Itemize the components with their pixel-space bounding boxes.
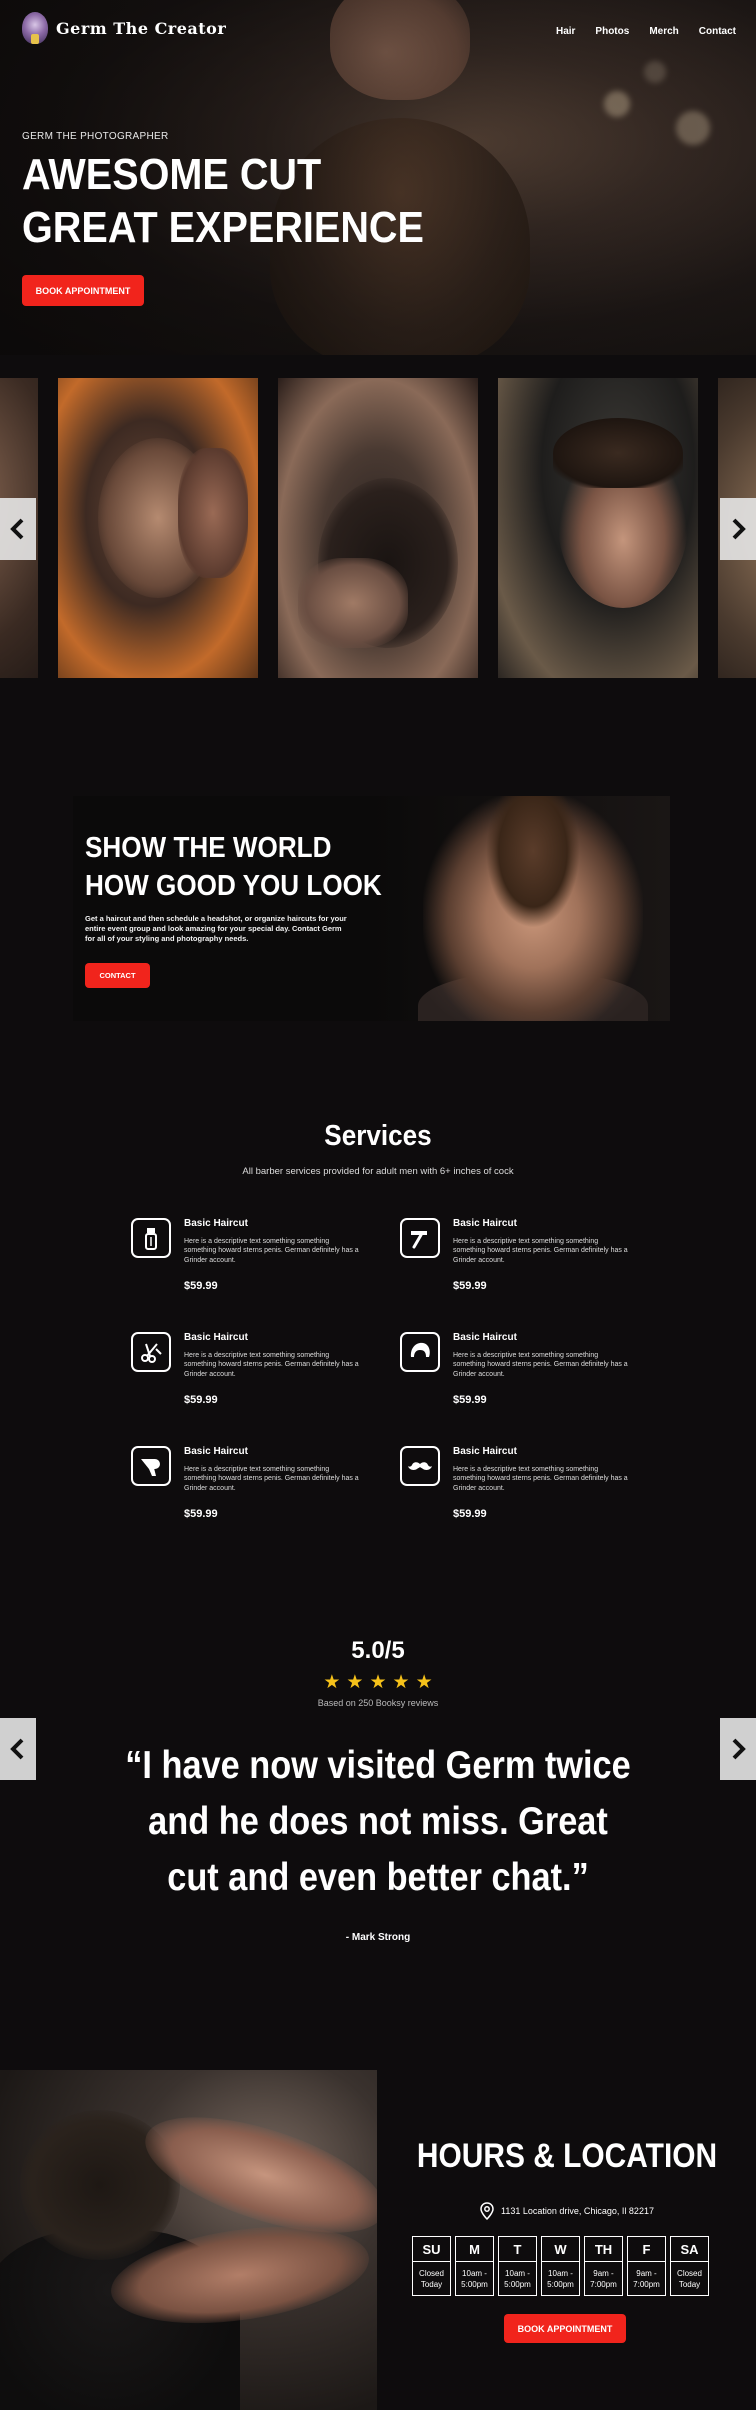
promo-photo-portrait — [423, 796, 643, 1021]
service-name: Basic Haircut — [184, 1446, 248, 1457]
day-wednesday: W 10am - 5:00pm — [541, 2236, 580, 2296]
hero-eyebrow: GERM THE PHOTOGRAPHER — [22, 131, 169, 142]
service-name: Basic Haircut — [453, 1332, 517, 1343]
nav-item-hair[interactable]: Hair — [556, 26, 575, 37]
star-icon: ★ — [392, 1671, 410, 1693]
service-price: $59.99 — [453, 1508, 487, 1520]
service-description: Here is a descriptive text something som… — [453, 1466, 628, 1492]
nav-item-photos[interactable]: Photos — [595, 26, 629, 37]
location-pin-icon — [480, 2202, 494, 2220]
address-text: 1131 Location drive, Chicago, Il 82217 — [501, 2206, 654, 2216]
review-prev-button[interactable] — [0, 1718, 36, 1780]
chevron-right-icon — [732, 1738, 746, 1760]
review-author: - Mark Strong — [345, 1932, 411, 1943]
carousel-prev-button[interactable] — [0, 498, 36, 560]
book-appointment-button[interactable]: BOOK APPOINTMENT — [504, 2314, 626, 2343]
service-price: $59.99 — [184, 1394, 218, 1406]
book-appointment-button[interactable]: BOOK APPOINTMENT — [22, 275, 144, 306]
service-description: Here is a descriptive text something som… — [184, 1238, 359, 1264]
contact-button[interactable]: CONTACT — [85, 963, 150, 988]
mustache-icon — [400, 1446, 440, 1486]
hero-title: AWESOME CUT GREAT EXPERIENCE — [22, 150, 424, 252]
photo-carousel — [0, 378, 756, 678]
review-rating: 5.0/5 — [351, 1637, 405, 1664]
star-icon: ★ — [323, 1671, 341, 1693]
star-icon: ★ — [369, 1671, 387, 1693]
chevron-left-icon — [10, 518, 24, 540]
services-subtitle: All barber services provided for adult m… — [242, 1166, 514, 1177]
service-item[interactable]: Basic Haircut Here is a descriptive text… — [400, 1218, 640, 1308]
service-price: $59.99 — [184, 1280, 218, 1292]
star-icon: ★ — [415, 1671, 433, 1693]
service-description: Here is a descriptive text something som… — [453, 1238, 628, 1264]
review-count: Based on 250 Booksy reviews — [317, 1698, 439, 1708]
hours-title: HOURS & LOCATION — [416, 2137, 718, 2175]
review-quote: “I have now visited Germ twice and he do… — [125, 1744, 631, 1899]
day-thursday: TH 9am - 7:00pm — [584, 2236, 623, 2296]
brand-name: Germ The Creator — [56, 18, 227, 38]
gallery-photo[interactable] — [58, 378, 258, 678]
address[interactable]: 1131 Location drive, Chicago, Il 82217 — [378, 2202, 756, 2220]
rating-stars: ★ ★ ★ ★ ★ — [0, 1672, 756, 1692]
service-name: Basic Haircut — [184, 1332, 248, 1343]
services-title: Services — [324, 1120, 432, 1152]
location-photo — [0, 2070, 377, 2410]
razor-icon — [131, 1218, 171, 1258]
day-friday: F 9am - 7:00pm — [627, 2236, 666, 2296]
service-description: Here is a descriptive text something som… — [184, 1352, 359, 1378]
chevron-left-icon — [10, 1738, 24, 1760]
service-item[interactable]: Basic Haircut Here is a descriptive text… — [400, 1446, 640, 1536]
day-sunday: SU Closed Today — [412, 2236, 451, 2296]
star-icon: ★ — [346, 1671, 364, 1693]
main-nav: Hair Photos Merch Contact — [556, 26, 736, 37]
service-name: Basic Haircut — [453, 1218, 517, 1229]
service-item[interactable]: Basic Haircut Here is a descriptive text… — [131, 1446, 371, 1536]
nav-item-contact[interactable]: Contact — [699, 26, 736, 37]
carousel-next-button[interactable] — [720, 498, 756, 560]
service-price: $59.99 — [453, 1280, 487, 1292]
hair-dryer-icon — [131, 1446, 171, 1486]
service-item[interactable]: Basic Haircut Here is a descriptive text… — [131, 1218, 371, 1308]
gallery-photo[interactable] — [278, 378, 478, 678]
logo-icon — [22, 12, 48, 44]
opening-hours: SU Closed Today M 10am - 5:00pm T 10am - 5:… — [412, 2236, 709, 2296]
scissors-comb-icon — [131, 1332, 171, 1372]
promo-banner: SHOW THE WORLD HOW GOOD YOU LOOK Get a h… — [73, 796, 670, 1021]
hair-icon — [400, 1332, 440, 1372]
brand-logo[interactable]: Germ The Creator — [22, 12, 226, 44]
day-tuesday: T 10am - 5:00pm — [498, 2236, 537, 2296]
service-name: Basic Haircut — [184, 1218, 248, 1229]
gallery-photo[interactable] — [498, 378, 698, 678]
hero-section: Germ The Creator Hair Photos Merch Conta… — [0, 0, 756, 355]
promo-title: SHOW THE WORLD HOW GOOD YOU LOOK — [85, 832, 382, 902]
chevron-right-icon — [732, 518, 746, 540]
service-description: Here is a descriptive text something som… — [453, 1352, 628, 1378]
service-name: Basic Haircut — [453, 1446, 517, 1457]
service-price: $59.99 — [453, 1394, 487, 1406]
day-saturday: SA Closed Today — [670, 2236, 709, 2296]
promo-text: Get a haircut and then schedule a headsh… — [85, 914, 347, 943]
service-price: $59.99 — [184, 1508, 218, 1520]
day-monday: M 10am - 5:00pm — [455, 2236, 494, 2296]
straight-razor-icon — [400, 1218, 440, 1258]
service-description: Here is a descriptive text something som… — [184, 1466, 359, 1492]
nav-item-merch[interactable]: Merch — [649, 26, 678, 37]
service-item[interactable]: Basic Haircut Here is a descriptive text… — [400, 1332, 640, 1422]
review-next-button[interactable] — [720, 1718, 756, 1780]
service-item[interactable]: Basic Haircut Here is a descriptive text… — [131, 1332, 371, 1422]
